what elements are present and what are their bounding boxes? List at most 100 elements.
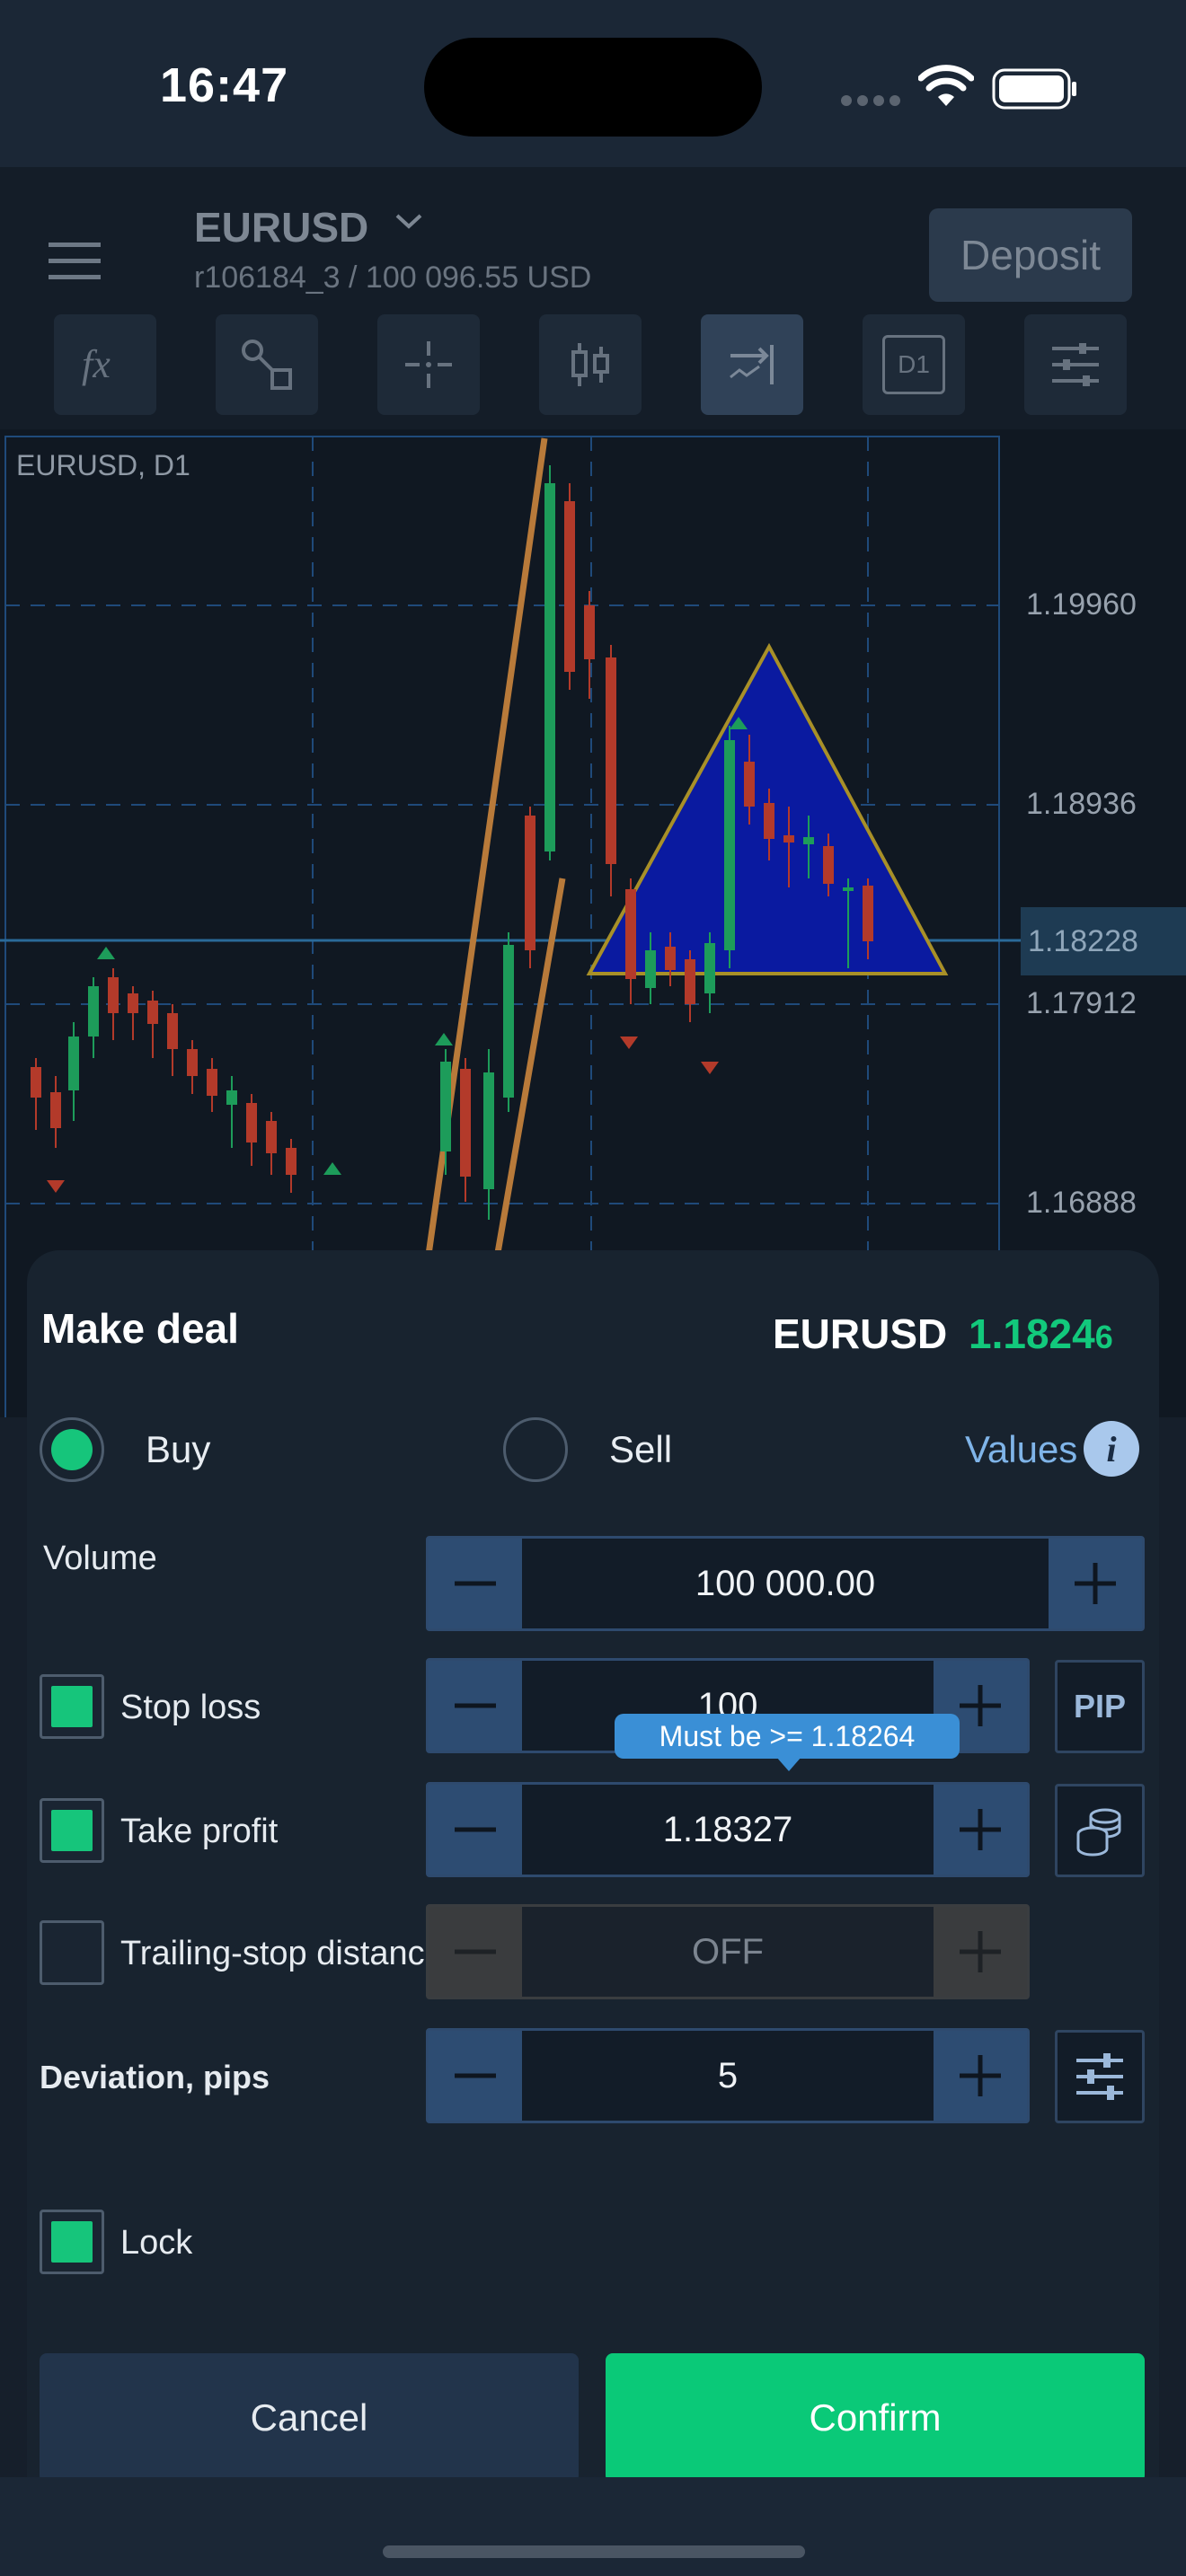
candle xyxy=(108,968,119,1040)
candle xyxy=(266,1112,277,1175)
status-time: 16:47 xyxy=(160,58,289,112)
lock-label: Lock xyxy=(120,2224,193,2262)
stop-loss-decrease-button[interactable] xyxy=(429,1661,522,1751)
plus-icon xyxy=(960,1809,1001,1850)
sell-radio[interactable] xyxy=(503,1417,568,1482)
hamburger-menu-icon[interactable] xyxy=(49,243,101,280)
deviation-decrease-button[interactable] xyxy=(429,2031,522,2121)
trailing-stop-checkbox[interactable] xyxy=(40,1920,104,1985)
app-header: EURUSD r106184_3 / 100 096.55 USD Deposi… xyxy=(0,167,1186,302)
make-deal-sheet: Make deal EURUSD 1.18246 Buy Sell Values… xyxy=(27,1250,1159,2483)
svg-text:fx: fx xyxy=(82,342,111,386)
candle xyxy=(187,1040,198,1094)
minus-icon xyxy=(455,1703,496,1708)
confirm-button[interactable]: Confirm xyxy=(606,2353,1145,2483)
candle xyxy=(483,1049,494,1220)
take-profit-decrease-button[interactable] xyxy=(429,1785,522,1875)
candle xyxy=(564,483,575,690)
price-level-label: 1.17912 xyxy=(1026,986,1137,1020)
timeframe-button[interactable]: D1 xyxy=(863,314,965,415)
chart-type-button[interactable] xyxy=(539,314,642,415)
minus-icon xyxy=(455,1949,496,1954)
indicators-button[interactable]: fx xyxy=(54,314,156,415)
coins-icon xyxy=(1076,1808,1121,1857)
sell-label[interactable]: Sell xyxy=(609,1428,672,1471)
current-price-tag: 1.18228 xyxy=(1021,907,1186,975)
deviation-increase-button[interactable] xyxy=(934,2031,1027,2121)
candle xyxy=(128,986,138,1040)
volume-value[interactable]: 100 000.00 xyxy=(522,1539,1049,1628)
buy-label[interactable]: Buy xyxy=(146,1428,210,1471)
stop-loss-checkbox[interactable] xyxy=(40,1674,104,1739)
candle xyxy=(584,591,595,699)
minus-icon xyxy=(455,1827,496,1832)
candle xyxy=(147,991,158,1058)
volume-increase-button[interactable] xyxy=(1049,1539,1142,1628)
take-profit-increase-button[interactable] xyxy=(934,1785,1027,1875)
money-unit-button[interactable] xyxy=(1055,1784,1145,1877)
volume-label: Volume xyxy=(43,1539,157,1577)
trailing-stop-value[interactable]: OFF xyxy=(522,1907,934,1997)
crosshair-icon xyxy=(405,341,452,388)
chevron-down-icon[interactable] xyxy=(394,210,424,232)
plus-icon xyxy=(960,2055,1001,2096)
candle xyxy=(68,1022,79,1121)
wifi-icon xyxy=(918,65,974,106)
minus-icon xyxy=(455,2073,496,2078)
volume-decrease-button[interactable] xyxy=(429,1539,522,1628)
plus-icon xyxy=(1075,1563,1116,1604)
objects-button[interactable] xyxy=(216,314,318,415)
status-bar: 16:47 xyxy=(0,0,1186,167)
candlestick-icon xyxy=(571,343,609,386)
battery-icon xyxy=(992,68,1076,110)
candle xyxy=(525,807,535,968)
buy-radio[interactable] xyxy=(40,1417,104,1482)
home-bar-area xyxy=(0,2477,1186,2576)
info-icon[interactable]: i xyxy=(1084,1421,1139,1477)
take-profit-checkbox[interactable] xyxy=(40,1798,104,1863)
candle xyxy=(246,1094,257,1166)
autoscroll-icon xyxy=(730,345,774,384)
candle xyxy=(606,645,616,896)
symbol-selector[interactable]: EURUSD xyxy=(194,203,368,251)
candle xyxy=(685,950,695,1022)
candle xyxy=(31,1058,41,1130)
sliders-icon xyxy=(1076,2053,1123,2100)
candle xyxy=(460,1058,471,1202)
pip-unit-button[interactable]: PIP xyxy=(1055,1660,1145,1753)
deposit-button[interactable]: Deposit xyxy=(929,208,1132,302)
tooltip-arrow xyxy=(776,1757,801,1771)
deviation-settings-button[interactable] xyxy=(1055,2030,1145,2123)
candle xyxy=(286,1139,296,1193)
take-profit-label: Take profit xyxy=(120,1813,279,1850)
trailing-stop-decrease-button[interactable] xyxy=(429,1907,522,1997)
deal-price: 1.18246 xyxy=(969,1310,1113,1358)
trailing-stop-increase-button[interactable] xyxy=(934,1907,1027,1997)
timeframe-label: D1 xyxy=(882,335,945,394)
deviation-value[interactable]: 5 xyxy=(522,2031,934,2121)
lock-checkbox[interactable] xyxy=(40,2210,104,2274)
deviation-stepper: 5 xyxy=(426,2028,1030,2123)
candle xyxy=(207,1058,217,1112)
deviation-label: Deviation, pips xyxy=(40,2059,270,2095)
plus-icon xyxy=(960,1685,1001,1726)
deal-symbol: EURUSD xyxy=(773,1310,948,1357)
candle xyxy=(724,726,735,968)
chart-toolbar: fx D1 xyxy=(0,302,1186,429)
candle xyxy=(625,878,636,1004)
chart-settings-button[interactable] xyxy=(1024,314,1127,415)
take-profit-value[interactable]: 1.18327 xyxy=(522,1785,934,1875)
validation-tooltip: Must be >= 1.18264 xyxy=(615,1714,960,1759)
price-level-label: 1.16888 xyxy=(1026,1186,1137,1220)
autoscroll-button[interactable] xyxy=(701,314,803,415)
plus-icon xyxy=(960,1931,1001,1972)
deal-price-last-digit: 6 xyxy=(1094,1319,1113,1355)
crosshair-button[interactable] xyxy=(377,314,480,415)
home-indicator[interactable] xyxy=(383,2545,805,2558)
sliders-icon xyxy=(1052,343,1099,386)
candle xyxy=(503,932,514,1112)
values-link[interactable]: Values xyxy=(965,1428,1077,1471)
trailing-stop-stepper: OFF xyxy=(426,1904,1030,1999)
cancel-button[interactable]: Cancel xyxy=(40,2353,579,2483)
candle xyxy=(88,977,99,1058)
